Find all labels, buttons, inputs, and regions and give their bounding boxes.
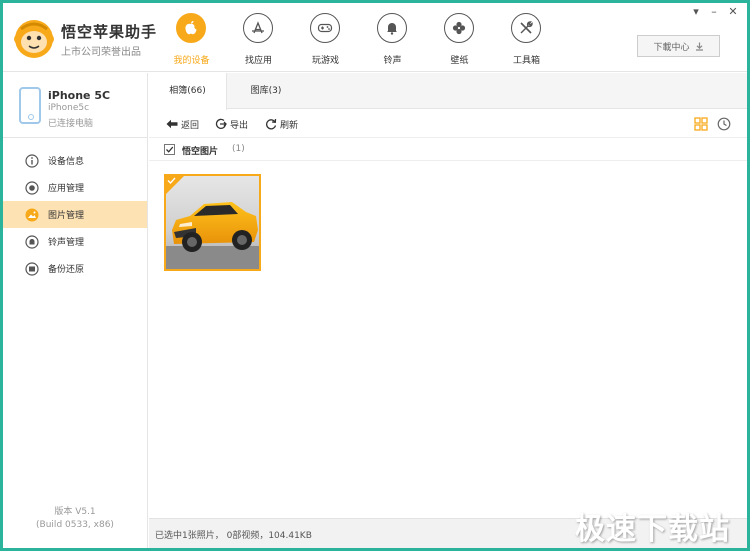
main-nav: 我的设备 找应用 玩游戏 铃声 壁纸 工具箱 [158, 3, 560, 72]
build-number: (Build 0533, x86) [36, 520, 114, 530]
device-name: iPhone 5C [48, 89, 111, 102]
tools-icon [511, 13, 541, 43]
sidebar-item-label: 设备信息 [48, 157, 85, 167]
sidebar-item-ringtone-manage[interactable]: 铃声管理 [3, 228, 147, 255]
sidebar-item-backup-restore[interactable]: 备份还原 [3, 255, 147, 282]
refresh-icon [266, 118, 277, 130]
side-menu: 设备信息 应用管理 图片管理 铃声管理 备份还原 [3, 147, 147, 282]
nav-wallpapers[interactable]: 壁纸 [426, 3, 493, 72]
backup-icon [25, 261, 39, 276]
sidebar-item-picture-manage[interactable]: 图片管理 [3, 201, 147, 228]
sidebar-item-device-info[interactable]: 设备信息 [3, 147, 147, 174]
app-title: 悟空苹果助手 [61, 23, 158, 41]
back-button[interactable]: 返回 [166, 117, 199, 131]
apple-icon [176, 13, 206, 43]
album-name: 悟空图片 [182, 147, 219, 157]
nav-label: 我的设备 [173, 56, 210, 66]
album-count: (1) [232, 144, 245, 154]
close-button[interactable]: ✕ [726, 6, 740, 18]
sidebar-item-label: 铃声管理 [48, 238, 85, 248]
tab-albums[interactable]: 相簿(66) [149, 73, 227, 110]
sidebar: iPhone 5C iPhone5c 已连接电脑 设备信息 应用管理 图片管理 … [3, 73, 148, 548]
bell-icon [377, 13, 407, 43]
photo-thumbnail[interactable] [164, 174, 261, 271]
album-checkbox[interactable] [164, 144, 175, 155]
info-icon [25, 153, 39, 168]
download-icon [695, 42, 703, 51]
nav-find-apps[interactable]: 找应用 [225, 3, 292, 72]
album-header: 悟空图片 (1) [149, 139, 747, 161]
version-number: 版本 V5.1 [54, 507, 96, 517]
nav-label: 铃声 [383, 56, 402, 66]
monkey-logo-icon [14, 20, 54, 58]
nav-toolbox[interactable]: 工具箱 [493, 3, 560, 72]
sidebar-item-label: 图片管理 [48, 211, 85, 221]
minimize-button[interactable]: – [707, 6, 721, 18]
divider [3, 137, 147, 138]
ringtone-icon [25, 234, 39, 249]
header: 悟空苹果助手 上市公司荣誉出品 我的设备 找应用 玩游戏 铃声 壁纸 工具箱 ▾… [3, 3, 747, 72]
back-label: 返回 [181, 120, 200, 131]
tab-bar: 相簿(66) 图库(3) [149, 73, 747, 110]
clover-icon [444, 13, 474, 43]
sidebar-item-label: 应用管理 [48, 184, 85, 194]
selection-status: 已选中1张照片， 0部视频，104.41KB [155, 531, 312, 541]
nav-my-device[interactable]: 我的设备 [158, 3, 225, 72]
version-info: 版本 V5.1 (Build 0533, x86) [3, 506, 147, 532]
toolbar: 返回 导出 刷新 [149, 110, 747, 138]
nav-label: 工具箱 [512, 56, 540, 66]
iphone-icon [19, 87, 41, 124]
checkmark-icon [167, 177, 176, 185]
refresh-button[interactable]: 刷新 [265, 117, 298, 131]
sidebar-item-app-manage[interactable]: 应用管理 [3, 174, 147, 201]
export-button[interactable]: 导出 [215, 117, 248, 131]
app-subtitle: 上市公司荣誉出品 [61, 47, 141, 58]
menu-dropdown-button[interactable]: ▾ [689, 6, 703, 18]
clock-view-icon[interactable] [717, 117, 731, 131]
nav-label: 找应用 [244, 56, 272, 66]
nav-label: 壁纸 [450, 56, 469, 66]
sidebar-item-label: 备份还原 [48, 265, 85, 275]
export-icon [215, 118, 227, 129]
nav-label: 玩游戏 [311, 56, 339, 66]
app-store-icon [243, 13, 273, 43]
nav-games[interactable]: 玩游戏 [292, 3, 359, 72]
refresh-label: 刷新 [280, 120, 299, 131]
export-label: 导出 [230, 120, 249, 131]
nav-ringtones[interactable]: 铃声 [359, 3, 426, 72]
device-status: 已连接电脑 [48, 119, 94, 129]
watermark: 极速下载站 [575, 512, 730, 547]
tab-gallery[interactable]: 图库(3) [227, 73, 305, 109]
picture-icon [25, 208, 39, 222]
download-center-label: 下載中心 [653, 42, 690, 53]
app-window: 悟空苹果助手 上市公司荣誉出品 我的设备 找应用 玩游戏 铃声 壁纸 工具箱 ▾… [3, 3, 747, 548]
app-manage-icon [25, 180, 39, 195]
checkmark-icon [166, 146, 174, 153]
gamepad-icon [310, 13, 340, 43]
device-model: iPhone5c [48, 103, 90, 113]
arrow-left-icon [166, 119, 178, 129]
download-center-button[interactable]: 下載中心 [637, 35, 720, 57]
grid-view-icon[interactable] [694, 117, 708, 131]
